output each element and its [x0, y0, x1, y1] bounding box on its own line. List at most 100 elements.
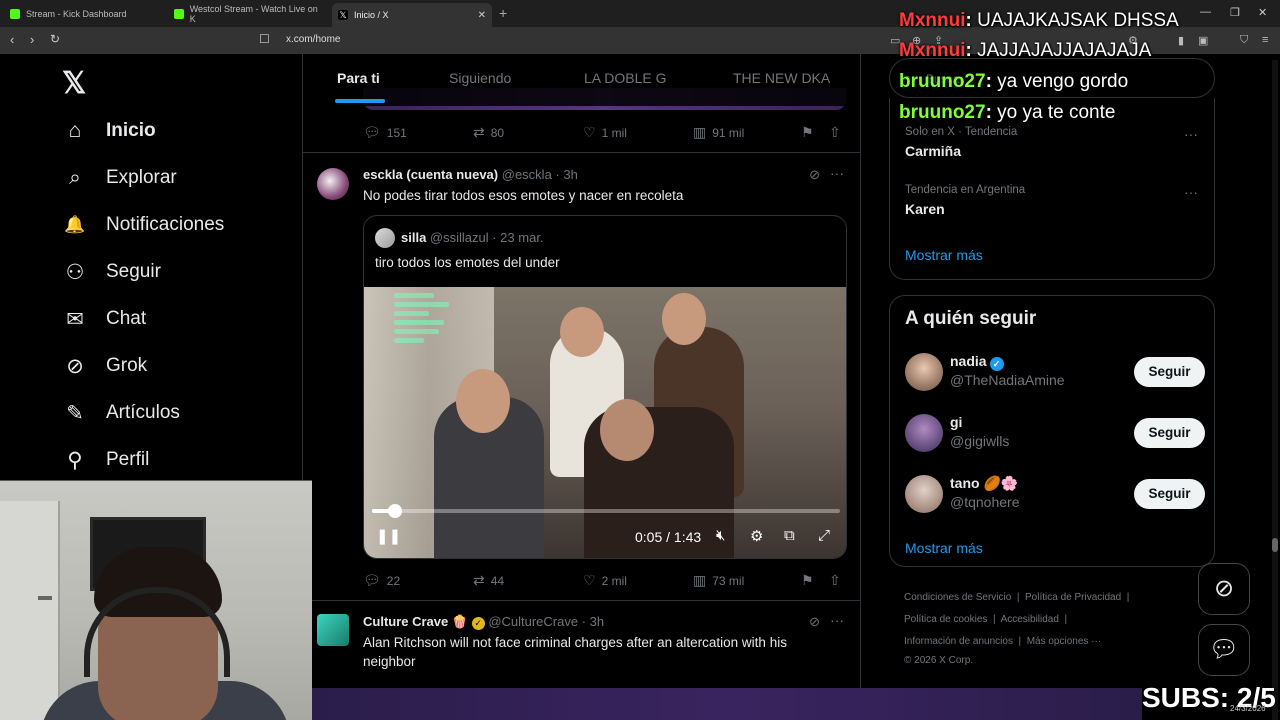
mute-icon[interactable]: 🔇︎ [716, 527, 725, 544]
trend-name: Carmiña [905, 143, 962, 159]
author-name[interactable]: Culture Crave 🍿 [363, 614, 468, 629]
views-button[interactable]: ▥ 91 mil [693, 124, 744, 141]
repost-button[interactable]: ⇄ 80 [473, 124, 504, 141]
footer-link[interactable]: Condiciones de Servicio [904, 592, 1011, 603]
x-logo-icon[interactable]: 𝕏 [62, 66, 86, 101]
follow-button[interactable]: Seguir [1134, 357, 1205, 387]
views-count: 91 mil [712, 125, 745, 140]
active-tab-indicator [335, 99, 385, 103]
grok-floating-button[interactable]: ⊘ [1198, 563, 1250, 615]
tab-title: Westcol Stream - Watch Live on K [189, 4, 318, 24]
more-icon[interactable]: ··· [1184, 184, 1198, 200]
reply-button[interactable]: 💬︎ 151 [363, 124, 407, 141]
shield-icon[interactable]: ⛉ [1240, 34, 1248, 47]
picture-in-picture-icon[interactable]: ⧉ [784, 527, 795, 544]
article-icon: ✎ [66, 401, 84, 425]
more-icon[interactable]: ··· [830, 165, 844, 181]
share-button[interactable]: ⇧ [829, 572, 847, 589]
footer-link[interactable]: Política de Privacidad [1025, 592, 1121, 603]
nav-item-grok[interactable]: ⊘ Grok [62, 351, 147, 381]
author-handle[interactable]: @esckla · 3h [502, 167, 578, 182]
browser-tab-westcol[interactable]: Westcol Stream - Watch Live on K [168, 4, 328, 24]
avatar[interactable] [905, 353, 943, 391]
close-tab-icon[interactable]: ✕ [478, 10, 486, 21]
nav-item-notificaciones[interactable]: 🔔 Notificaciones [62, 210, 224, 240]
pause-icon[interactable]: ❚❚ [376, 527, 401, 545]
show-more-link[interactable]: Mostrar más [905, 540, 983, 556]
grok-icon[interactable]: ⊘ [809, 614, 820, 630]
nav-item-perfil[interactable]: ⚲ Perfil [62, 445, 149, 475]
maximize-icon[interactable]: ❐ [1230, 6, 1240, 19]
like-button[interactable]: ♡ 1 mil [583, 124, 627, 141]
scrollbar-thumb[interactable] [1272, 538, 1278, 552]
fullscreen-icon[interactable]: ⤢ [818, 527, 830, 544]
repost-count: 44 [490, 573, 505, 588]
follow-suggestion[interactable]: nadia ✓ @TheNadiaAmine Seguir [905, 353, 1205, 393]
more-icon[interactable]: ··· [830, 612, 844, 628]
video-time: 0:05 / 1:43 [635, 529, 702, 545]
quoted-post[interactable]: silla @ssillazul · 23 mar. tiro todos lo… [363, 215, 847, 559]
follow-button[interactable]: Seguir [1134, 479, 1205, 509]
video-player[interactable]: ❚❚ 0:05 / 1:43 🔇︎ ⚙ ⧉ ⤢ [364, 287, 846, 558]
tab-siguiendo[interactable]: Siguiendo [449, 70, 511, 86]
nav-item-chat[interactable]: ✉ Chat [62, 304, 146, 334]
sidebar-icon[interactable]: ▮ [1178, 34, 1184, 47]
tab-para-ti[interactable]: Para ti [337, 70, 380, 86]
nav-item-articulos[interactable]: ✎ Artículos [62, 398, 180, 428]
webcam-background-detail [38, 596, 52, 600]
nav-item-inicio[interactable]: ⌂ Inicio [62, 116, 156, 146]
reload-icon[interactable]: ↻ [50, 32, 60, 46]
follow-button[interactable]: Seguir [1134, 418, 1205, 448]
like-count: 1 mil [601, 125, 627, 140]
follow-suggestion[interactable]: gi @gigiwlls Seguir [905, 414, 1205, 454]
person-plus-icon: ⚇ [65, 260, 85, 284]
more-icon[interactable]: ··· [1184, 126, 1198, 142]
tab-la-doble-g[interactable]: LA DOBLE G [584, 70, 666, 86]
author-handle[interactable]: @CultureCrave · 3h [488, 614, 604, 629]
wallet-icon[interactable]: ▣ [1198, 34, 1208, 47]
close-window-icon[interactable]: ✕ [1258, 6, 1267, 19]
new-tab-icon[interactable]: + [499, 5, 507, 21]
forward-icon[interactable]: › [30, 32, 34, 47]
bookmark-button[interactable]: ⚑ [801, 572, 820, 589]
avatar[interactable] [317, 168, 349, 200]
avatar[interactable] [317, 614, 349, 646]
browser-tab-kick-dashboard[interactable]: Stream - Kick Dashboard [4, 4, 164, 24]
footer-link[interactable]: Información de anuncios [904, 636, 1013, 647]
reply-count: 22 [386, 573, 401, 588]
nav-item-explorar[interactable]: ⌕ Explorar [62, 163, 177, 193]
minimize-icon[interactable]: — [1200, 6, 1211, 18]
menu-icon[interactable]: ≡ [1262, 34, 1268, 46]
tab-the-new-dka[interactable]: THE NEW DKA [733, 70, 830, 86]
follow-suggestion[interactable]: tano 🏉🌸 @tqnohere Seguir [905, 475, 1205, 515]
show-more-link[interactable]: Mostrar más [905, 247, 983, 263]
page-scrollbar[interactable] [1272, 60, 1278, 720]
grok-icon[interactable]: ⊘ [809, 167, 820, 183]
bookmark-button[interactable]: ⚑ [801, 124, 820, 141]
avatar[interactable] [905, 475, 943, 513]
share-button[interactable]: ⇧ [829, 124, 847, 141]
reply-button[interactable]: 💬︎ 22 [363, 572, 400, 589]
trend-item[interactable]: Tendencia en Argentina Karen [905, 184, 1025, 217]
avatar[interactable] [905, 414, 943, 452]
like-button[interactable]: ♡ 2 mil [583, 572, 627, 589]
video-progress-bar[interactable] [372, 504, 840, 518]
views-button[interactable]: ▥ 73 mil [693, 572, 744, 589]
browser-tab-inicio-x[interactable]: 𝕏 Inicio / X ✕ [332, 3, 492, 27]
trends-card: Solo en X · Tendencia Carmiña ··· Tenden… [889, 98, 1215, 280]
messages-floating-button[interactable]: 💬︎ [1198, 624, 1250, 676]
url-field[interactable]: x.com/home [286, 34, 340, 45]
home-icon: ⌂ [68, 119, 82, 142]
video-frame-figure [600, 399, 654, 461]
author-name[interactable]: esckla (cuenta nueva) [363, 167, 498, 182]
settings-icon[interactable]: ⚙ [750, 527, 763, 545]
footer-link[interactable]: Más opciones ··· [1027, 636, 1101, 647]
bookmark-icon[interactable]: ☐ [259, 32, 270, 46]
nav-item-seguir[interactable]: ⚇ Seguir [62, 257, 161, 287]
repost-button[interactable]: ⇄ 44 [473, 572, 504, 589]
trend-item[interactable]: Solo en X · Tendencia Carmiña [905, 126, 1017, 159]
footer-link[interactable]: Política de cookies [904, 614, 987, 625]
footer-link[interactable]: Accesibilidad [1001, 614, 1059, 625]
back-icon[interactable]: ‹ [10, 32, 14, 47]
suggestion-handle: @TheNadiaAmine [950, 372, 1065, 388]
